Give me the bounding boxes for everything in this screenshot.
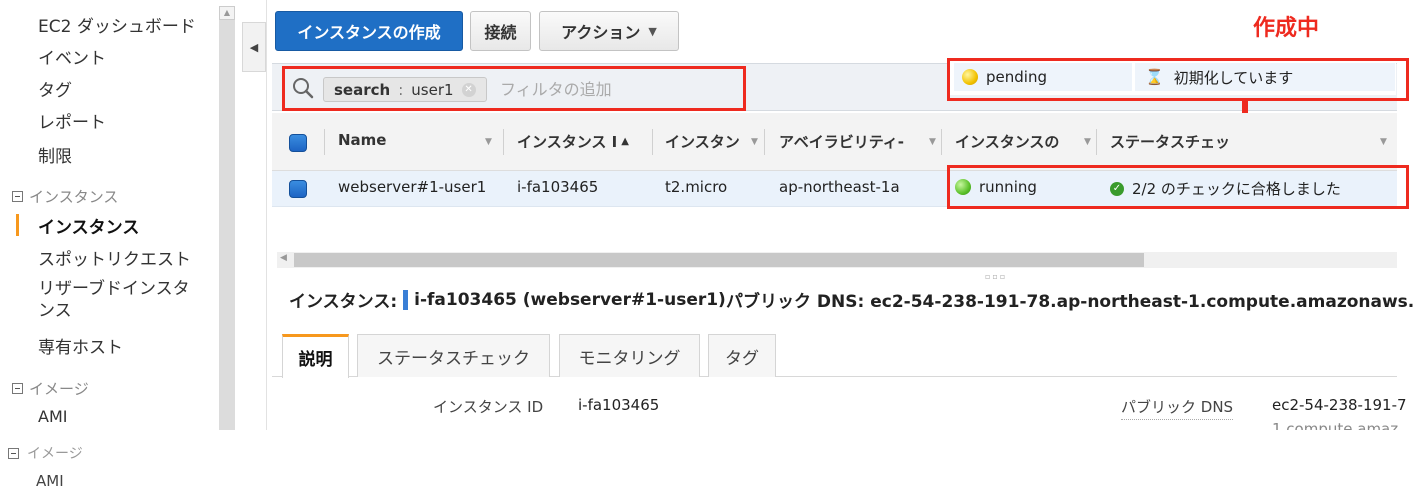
- detail-instance-value: i-fa103465 (webserver#1-user1): [414, 289, 726, 310]
- cell-instance-type: t2.micro: [665, 178, 728, 196]
- field-public-dns-value-continued: 1.compute.amaz: [1272, 420, 1399, 430]
- sidebar-item-label: ンス: [38, 301, 72, 321]
- sidebar-item-tags[interactable]: タグ: [38, 76, 72, 101]
- detail-dns-value: ec2-54-238-191-78.ap-northeast-1.compute…: [870, 292, 1414, 312]
- sidebar-item-label: リザーブドインスタ: [38, 279, 190, 299]
- field-instance-id-value: i-fa103465: [578, 396, 660, 414]
- detail-dns-line: パブリック DNS: ec2-54-238-191-78.ap-northeas…: [726, 287, 1414, 312]
- column-separator: [1096, 129, 1097, 155]
- chevron-down-icon[interactable]: ▼: [929, 137, 936, 147]
- column-header-instance-state[interactable]: インスタンスの: [955, 131, 1059, 152]
- field-public-dns-value: ec2-54-238-191-7: [1272, 396, 1407, 414]
- chevron-down-icon[interactable]: ▼: [1084, 137, 1091, 147]
- column-separator: [652, 129, 653, 155]
- instance-marker-icon: [403, 289, 409, 310]
- actions-button[interactable]: アクション ▼: [539, 11, 679, 51]
- sidebar: EC2 ダッシュボード イベント タグ レポート 制限 インスタンス インスタン…: [0, 0, 240, 430]
- highlight-box-filter: [282, 66, 746, 111]
- sort-ascending-icon: ▲: [621, 136, 629, 147]
- sidebar-item-reserved-instances[interactable]: リザーブドインスタ ンス: [38, 278, 190, 322]
- create-instance-button[interactable]: インスタンスの作成: [275, 11, 463, 51]
- scroll-left-icon[interactable]: ◀: [280, 253, 287, 263]
- sidebar-section-instances[interactable]: インスタンス: [12, 186, 118, 207]
- sidebar-section-images[interactable]: イメージ: [12, 378, 89, 399]
- column-separator: [764, 129, 765, 155]
- field-public-dns-label: パブリック DNS: [1121, 396, 1234, 420]
- annotation-title: 作成中: [1253, 16, 1320, 41]
- sidebar-section-label: イメージ: [29, 380, 89, 398]
- highlight-box-running: [947, 165, 1409, 209]
- chevron-down-icon[interactable]: ▼: [485, 137, 492, 147]
- column-header-instance-id[interactable]: インスタンス I ▲: [517, 131, 629, 152]
- detail-instance-line: インスタンス: i-fa103465 (webserver#1-user1): [289, 287, 726, 312]
- column-separator: [324, 129, 325, 155]
- tab-monitoring[interactable]: モニタリング: [559, 334, 700, 377]
- sidebar-item-events[interactable]: イベント: [38, 44, 106, 69]
- cell-instance-id: i-fa103465: [517, 178, 599, 196]
- sidebar-section-label: イメージ: [27, 446, 83, 462]
- sidebar-scrollbar[interactable]: ▲: [219, 6, 235, 430]
- chevron-down-icon[interactable]: ▼: [751, 137, 758, 147]
- detail-instance-label: インスタンス:: [289, 292, 398, 312]
- sidebar-item-dedicated-hosts[interactable]: 専有ホスト: [38, 333, 123, 358]
- sidebar-section-images-duplicate[interactable]: イメージ: [8, 443, 83, 463]
- column-separator: [503, 129, 504, 155]
- column-header-name[interactable]: Name: [338, 131, 386, 149]
- divider: [266, 0, 267, 430]
- column-separator: [941, 129, 942, 155]
- collapse-icon: [8, 447, 19, 459]
- collapse-icon: [12, 191, 23, 202]
- column-header-availability-zone[interactable]: アベイラビリティ-: [779, 131, 904, 152]
- sidebar-item-limits[interactable]: 制限: [38, 142, 72, 167]
- column-header-status-check[interactable]: ステータスチェッ: [1110, 131, 1230, 152]
- tab-status-checks[interactable]: ステータスチェック: [357, 334, 550, 377]
- field-instance-id-label: インスタンス ID: [433, 398, 544, 416]
- tab-description[interactable]: 説明: [282, 334, 349, 378]
- chevron-down-icon[interactable]: ▼: [1380, 137, 1387, 147]
- sidebar-item-spot-requests[interactable]: スポットリクエスト: [38, 245, 191, 270]
- sidebar-item-ami-duplicate[interactable]: AMI: [36, 472, 64, 490]
- sidebar-item-dashboard[interactable]: EC2 ダッシュボード: [38, 12, 196, 37]
- actions-button-label: アクション: [561, 23, 641, 42]
- collapse-sidebar-button[interactable]: ◀: [242, 22, 266, 72]
- resize-grip-icon[interactable]: ▫▫▫: [985, 272, 1007, 281]
- tab-tags[interactable]: タグ: [708, 334, 776, 377]
- column-header-instance-type[interactable]: インスタン: [665, 131, 740, 152]
- connect-button[interactable]: 接続: [470, 11, 531, 51]
- chevron-down-icon: ▼: [648, 24, 657, 38]
- sidebar-item-reports[interactable]: レポート: [38, 108, 106, 133]
- collapse-icon: [12, 383, 23, 394]
- highlight-box-pending: [947, 58, 1409, 101]
- detail-dns-label: パブリック DNS:: [726, 292, 865, 312]
- row-checkbox[interactable]: [289, 180, 307, 198]
- cell-availability-zone: ap-northeast-1a: [779, 178, 900, 196]
- chevron-left-icon: ◀: [249, 40, 259, 54]
- select-all-checkbox[interactable]: [289, 134, 307, 152]
- cell-name: webserver#1-user1: [338, 178, 487, 196]
- sidebar-item-ami[interactable]: AMI: [38, 407, 67, 426]
- sidebar-item-instances[interactable]: インスタンス: [38, 213, 139, 238]
- active-indicator: [16, 214, 19, 236]
- scroll-up-icon[interactable]: ▲: [219, 6, 235, 20]
- horizontal-scrollbar-thumb[interactable]: [294, 253, 1144, 267]
- column-header-label: インスタンス I: [517, 133, 618, 151]
- sidebar-section-label: インスタンス: [29, 188, 119, 206]
